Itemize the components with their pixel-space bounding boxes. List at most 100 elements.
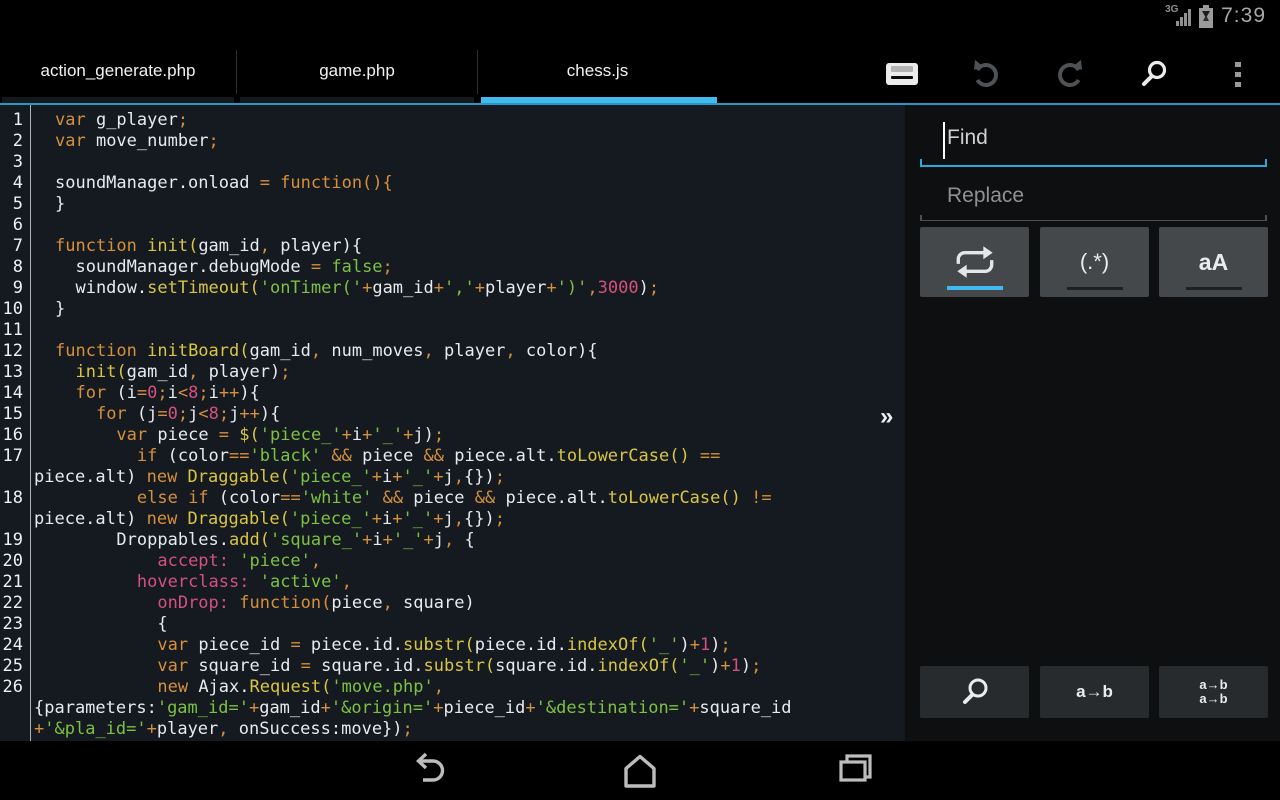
line-number: 5 [0, 194, 30, 215]
toggle-indicator [1067, 287, 1123, 290]
replace-underline [920, 220, 1267, 221]
back-button[interactable] [380, 748, 470, 794]
code-text: if (color=='black' && piece && piece.alt… [30, 446, 720, 467]
match-case-label: aA [1199, 249, 1228, 276]
code-row: 20 accept: 'piece', [0, 551, 905, 572]
code-row: 17 if (color=='black' && piece && piece.… [0, 446, 905, 467]
tab-separator [236, 50, 237, 94]
text-cursor [943, 122, 945, 159]
code-text: soundManager.debugMode = false; [30, 257, 393, 278]
code-row: {parameters:'gam_id='+gam_id+'&origin='+… [0, 698, 905, 719]
line-number: 2 [0, 131, 30, 152]
line-number: 18 [0, 488, 30, 509]
code-row: +'&pla_id='+player, onSuccess:move}); [0, 719, 905, 740]
line-number: 13 [0, 362, 30, 383]
home-button[interactable] [595, 748, 685, 794]
line-number: 15 [0, 404, 30, 425]
app-screen: 3G 7:39 action_generate.php game.php che… [0, 0, 1280, 800]
code-row: 16 var piece = $('piece_'+i+'_'+j); [0, 425, 905, 446]
home-icon [617, 749, 663, 793]
tab-bar: action_generate.php game.php chess.js [0, 45, 1280, 105]
code-text: { [30, 614, 168, 635]
code-text: var g_player; [30, 110, 188, 131]
save-icon [886, 63, 918, 85]
code-row: 6 [0, 215, 905, 236]
code-text: onDrop: function(piece, square) [30, 593, 475, 614]
code-row: piece.alt) new Draggable('piece_'+i+'_'+… [0, 467, 905, 488]
code-editor[interactable]: 1var g_player;2var move_number;34soundMa… [0, 105, 905, 741]
line-number: 23 [0, 614, 30, 635]
line-number: 14 [0, 383, 30, 404]
overflow-menu-button[interactable] [1196, 45, 1280, 103]
code-row: 19 Droppables.add('square_'+i+'_'+j, { [0, 530, 905, 551]
code-text: else if (color=='white' && piece && piec… [30, 488, 772, 509]
find-underline [920, 165, 1267, 167]
code-text: function initBoard(gam_id, num_moves, pl… [30, 341, 598, 362]
line-number: 22 [0, 593, 30, 614]
code-row: 7function init(gam_id, player){ [0, 236, 905, 257]
line-number: 6 [0, 215, 30, 236]
code-text: +'&pla_id='+player, onSuccess:move}); [0, 719, 413, 740]
find-replace-panel: (.*) aA a→b a→b a→b [905, 105, 1280, 741]
undo-button[interactable] [944, 45, 1028, 103]
code-text [30, 152, 55, 173]
regex-label: (.*) [1080, 249, 1109, 275]
line-number: 9 [0, 278, 30, 299]
recents-icon [832, 749, 878, 793]
code-text: for (j=0;j<8;j++){ [30, 404, 280, 425]
regex-toggle[interactable]: (.*) [1040, 227, 1149, 297]
search-icon [1138, 58, 1170, 90]
match-case-toggle[interactable]: aA [1159, 227, 1268, 297]
repeat-loop-icon [949, 241, 1001, 283]
replace-one-label: a→b [1076, 682, 1113, 702]
code-text: function init(gam_id, player){ [30, 236, 362, 257]
code-text: hoverclass: 'active', [30, 572, 352, 593]
search-button[interactable] [1112, 45, 1196, 103]
tab-game-php[interactable]: game.php [237, 45, 477, 97]
line-number: 10 [0, 299, 30, 320]
line-number: 8 [0, 257, 30, 278]
code-text: piece.alt) new Draggable('piece_'+i+'_'+… [0, 509, 505, 530]
toolbar [860, 45, 1280, 103]
recents-button[interactable] [810, 748, 900, 794]
code-row: 21 hoverclass: 'active', [0, 572, 905, 593]
find-next-button[interactable] [920, 666, 1029, 718]
magnifier-icon [958, 675, 992, 709]
line-number: 21 [0, 572, 30, 593]
code-text: soundManager.onload = function(){ [30, 173, 393, 194]
wrap-around-toggle[interactable] [920, 227, 1029, 297]
replace-input[interactable] [920, 177, 1267, 221]
code-text: } [30, 299, 65, 320]
line-number: 19 [0, 530, 30, 551]
replace-all-button[interactable]: a→b a→b [1159, 666, 1268, 718]
line-number: 17 [0, 446, 30, 467]
tab-action-generate-php[interactable]: action_generate.php [0, 45, 236, 97]
code-text: {parameters:'gam_id='+gam_id+'&origin='+… [0, 698, 792, 719]
code-text: accept: 'piece', [30, 551, 321, 572]
code-row: 25 var square_id = square.id.substr(squa… [0, 656, 905, 677]
line-number: 25 [0, 656, 30, 677]
code-row: 23 { [0, 614, 905, 635]
code-row: 24 var piece_id = piece.id.substr(piece.… [0, 635, 905, 656]
code-text: var square_id = square.id.substr(square.… [30, 656, 761, 677]
panel-collapse-handle[interactable]: » [880, 403, 893, 431]
tab-separator [477, 50, 478, 94]
code-row: 3 [0, 152, 905, 173]
save-button[interactable] [860, 45, 944, 103]
code-row: 1var g_player; [0, 110, 905, 131]
code-row: 11 [0, 320, 905, 341]
line-number: 12 [0, 341, 30, 362]
line-number: 11 [0, 320, 30, 341]
redo-button[interactable] [1028, 45, 1112, 103]
find-field [920, 115, 1267, 167]
navigation-bar [0, 741, 1280, 800]
status-icons: 3G 7:39 [1165, 4, 1266, 28]
code-row: 8 soundManager.debugMode = false; [0, 257, 905, 278]
replace-one-button[interactable]: a→b [1040, 666, 1149, 718]
battery-charging-icon [1199, 5, 1213, 28]
back-icon [402, 749, 448, 793]
tab-chess-js[interactable]: chess.js [477, 45, 718, 97]
find-input[interactable] [920, 115, 1267, 167]
code-row: 12function initBoard(gam_id, num_moves, … [0, 341, 905, 362]
redo-icon [1053, 57, 1087, 91]
